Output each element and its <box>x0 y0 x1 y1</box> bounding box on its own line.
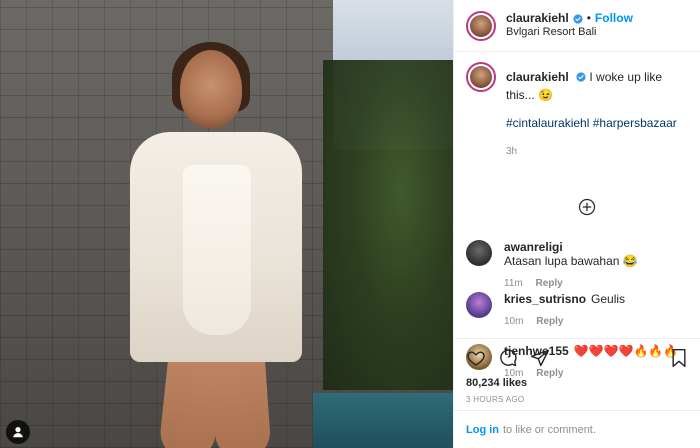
author-avatar[interactable] <box>466 10 496 41</box>
heart-icon[interactable] <box>466 348 486 368</box>
plus-circle-icon <box>578 198 596 216</box>
comment-text: Atasan lupa bawahan 😂 <box>504 254 638 268</box>
face <box>180 50 242 128</box>
post-actions: 80,234 likes 3 HOURS AGO <box>454 338 700 410</box>
trees <box>323 60 453 390</box>
caption-username[interactable]: claurakiehl <box>506 70 569 84</box>
login-link[interactable]: Log in <box>466 424 499 436</box>
comment-item: awanreligi Atasan lupa bawahan 😂 11m Rep… <box>466 240 689 289</box>
commenter-avatar[interactable] <box>466 292 492 318</box>
comment-time: 11m <box>504 278 523 289</box>
comment-time: 10m <box>504 316 524 327</box>
verified-badge-icon <box>576 72 586 82</box>
comment-username[interactable]: awanreligi <box>504 240 563 254</box>
location-link[interactable]: Bvlgari Resort Bali <box>506 26 633 40</box>
login-prompt: Log in to like or comment. <box>454 410 700 448</box>
reply-button[interactable]: Reply <box>536 278 563 289</box>
swimsuit <box>183 165 251 335</box>
model-figure <box>120 40 310 448</box>
post-sidebar: claurakiehl • Follow Bvlgari Resort Bali… <box>453 0 700 448</box>
like-count[interactable]: 80,234 likes <box>466 377 689 389</box>
comment-username[interactable]: kries_sutrisno <box>504 292 586 306</box>
reply-button[interactable]: Reply <box>536 316 563 327</box>
pool <box>313 393 453 448</box>
caption-hashtags[interactable]: #cintalaurakiehl #harpersbazaar <box>506 114 688 132</box>
bookmark-icon[interactable] <box>669 348 689 368</box>
comment-text: Geulis <box>591 292 626 306</box>
action-icons <box>466 347 689 369</box>
post-header: claurakiehl • Follow Bvlgari Resort Bali <box>454 0 700 52</box>
follow-button[interactable]: Follow <box>595 11 633 26</box>
caption-time: 3h <box>506 146 518 157</box>
comment-item: kries_sutrisno Geulis 10m Reply <box>466 292 689 327</box>
separator-dot: • <box>586 11 591 26</box>
comments-section: claurakiehl I woke up like this... 😉 #ci… <box>454 52 700 379</box>
commenter-avatar[interactable] <box>466 240 492 266</box>
caption-avatar[interactable] <box>466 62 496 92</box>
post-timestamp: 3 HOURS AGO <box>466 395 525 404</box>
share-icon[interactable] <box>530 348 550 368</box>
tagged-user-button[interactable] <box>6 420 30 444</box>
verified-badge-icon <box>573 14 583 24</box>
login-prompt-text: to like or comment. <box>503 423 596 436</box>
header-meta: claurakiehl • Follow Bvlgari Resort Bali <box>506 11 633 40</box>
load-more-comments-button[interactable] <box>578 198 596 216</box>
post-photo[interactable] <box>0 0 453 448</box>
comment-icon[interactable] <box>498 348 518 368</box>
post-caption: claurakiehl I woke up like this... 😉 #ci… <box>466 62 688 159</box>
author-username[interactable]: claurakiehl <box>506 11 569 26</box>
user-icon <box>13 427 23 438</box>
